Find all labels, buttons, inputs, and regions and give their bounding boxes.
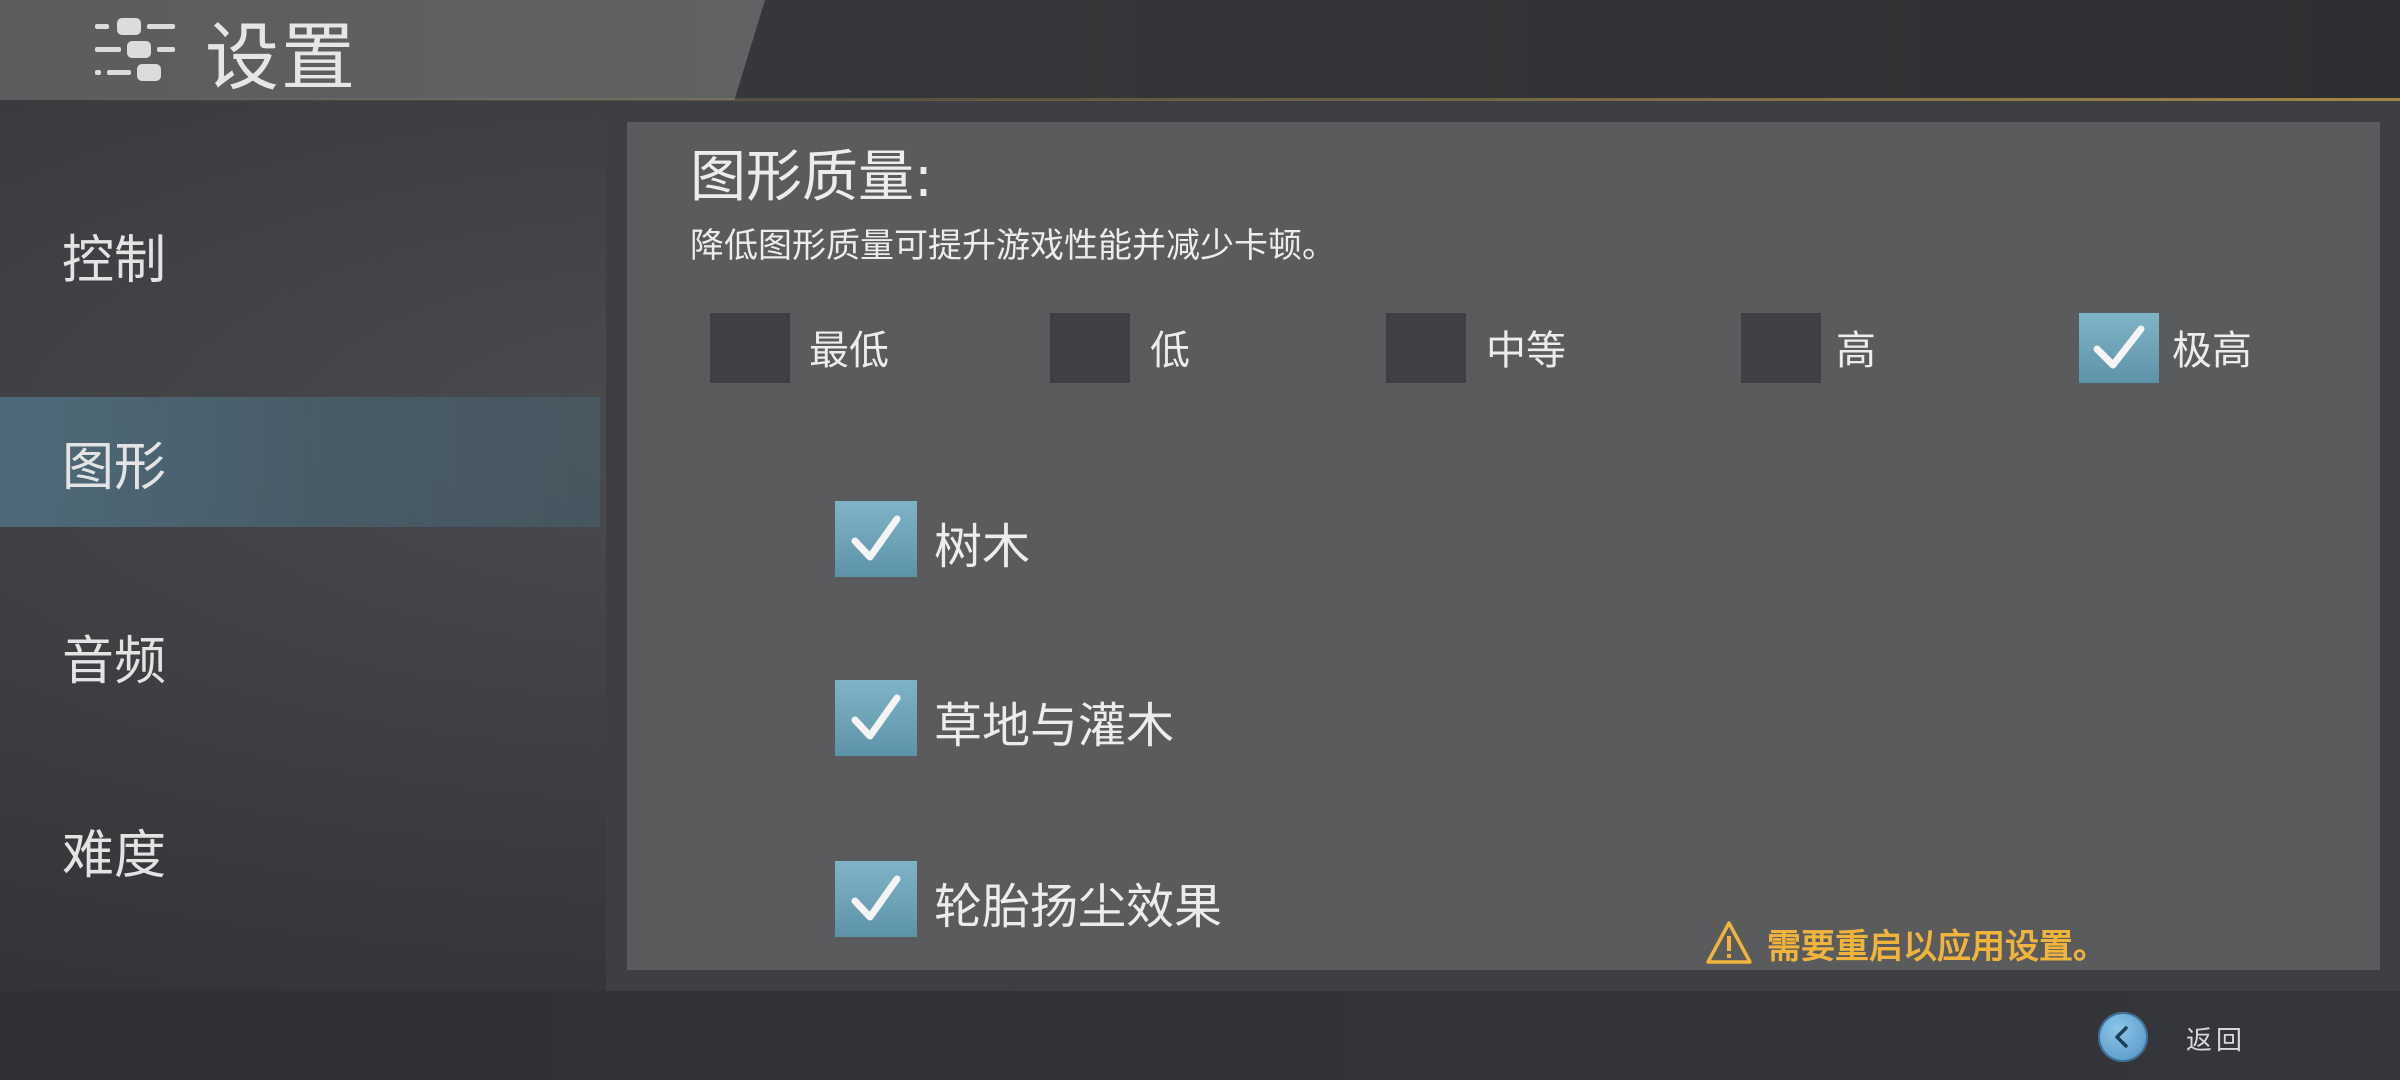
- restart-warning: 需要重启以应用设置。: [1705, 915, 2107, 971]
- quality-ultra-checkbox[interactable]: [2079, 313, 2159, 383]
- tire-dust-checkbox[interactable]: [835, 861, 917, 937]
- sidebar-item-label: 图形: [62, 437, 167, 498]
- grass-bushes-checkbox[interactable]: [835, 680, 917, 756]
- graphics-quality-title: 图形质量:: [690, 145, 933, 210]
- graphics-quality-description: 降低图形质量可提升游戏性能并减少卡顿。: [690, 226, 1336, 266]
- back-button[interactable]: [2098, 1012, 2148, 1062]
- quality-option-label: 高: [1836, 328, 1876, 374]
- sidebar-item-difficulty[interactable]: 难度: [0, 785, 600, 915]
- quality-high-checkbox[interactable]: [1741, 313, 1821, 383]
- sidebar-item-controls[interactable]: 控制: [0, 190, 600, 320]
- back-label[interactable]: 返回: [2186, 1020, 2246, 1057]
- tire-dust-label: 轮胎扬尘效果: [934, 879, 1223, 935]
- bottom-bar: [0, 991, 2400, 1080]
- trees-checkbox[interactable]: [835, 501, 917, 577]
- sidebar-item-label: 难度: [62, 825, 167, 886]
- quality-option-label: 中等: [1486, 328, 1566, 374]
- grass-bushes-label: 草地与灌木: [934, 698, 1175, 754]
- checkmark-icon: [851, 694, 901, 740]
- sidebar-item-graphics[interactable]: 图形: [0, 397, 600, 527]
- quality-option-label: 极高: [2172, 328, 2252, 374]
- checkmark-icon: [851, 875, 901, 921]
- trees-label: 树木: [934, 519, 1031, 575]
- sliders-icon: [95, 18, 175, 81]
- quality-medium-checkbox[interactable]: [1386, 313, 1466, 383]
- quality-low-checkbox[interactable]: [1050, 313, 1130, 383]
- restart-warning-text: 需要重启以应用设置。: [1767, 926, 2107, 967]
- warning-icon: [1706, 921, 1752, 964]
- checkmark-icon: [851, 515, 901, 561]
- quality-option-label: 低: [1150, 328, 1190, 374]
- quality-lowest-checkbox[interactable]: [710, 313, 790, 383]
- sidebar-item-label: 音频: [62, 631, 167, 692]
- sidebar: 控制 图形 音频 难度: [0, 101, 600, 991]
- checkmark-icon: [2093, 325, 2145, 369]
- quality-option-label: 最低: [809, 328, 889, 374]
- chevron-left-icon: [2115, 1026, 2128, 1048]
- page-title: 设置: [205, 15, 357, 101]
- sidebar-item-audio[interactable]: 音频: [0, 591, 600, 721]
- sidebar-item-label: 控制: [62, 230, 167, 291]
